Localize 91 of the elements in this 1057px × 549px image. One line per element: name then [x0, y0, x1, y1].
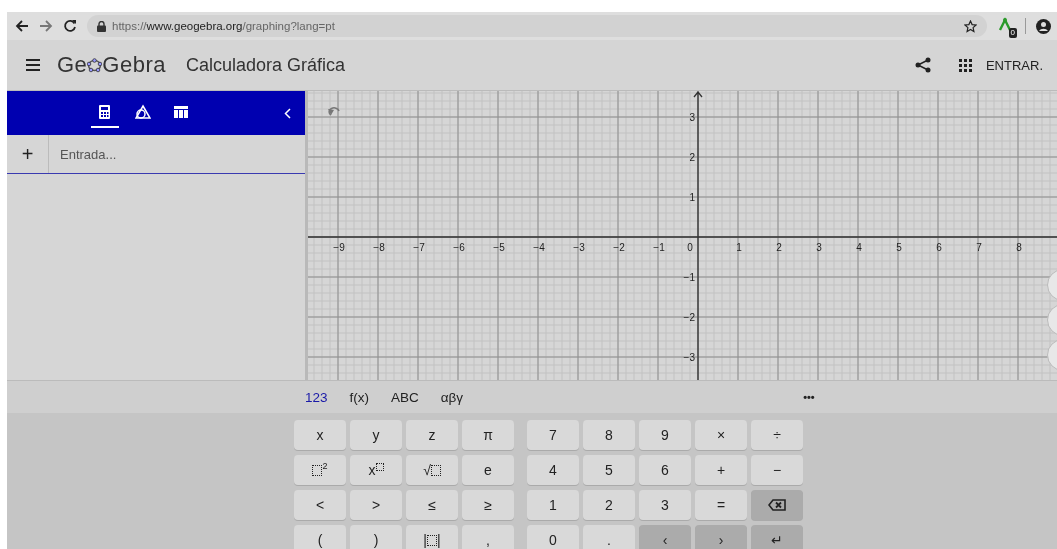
keyboard-tab[interactable]: αβγ — [440, 389, 464, 405]
backspace-icon — [768, 499, 786, 511]
table-icon — [173, 104, 189, 120]
keyboard-key[interactable]: 2 — [583, 490, 635, 520]
keyboard-key[interactable]: 8 — [583, 420, 635, 450]
axis-label: 3 — [816, 242, 822, 253]
app-title: Calculadora Gráfica — [186, 54, 346, 76]
more-button[interactable]: ••• — [803, 391, 815, 403]
keyboard-key[interactable]: < — [294, 490, 346, 520]
share-icon[interactable] — [914, 57, 931, 73]
logo-text: Ge — [57, 52, 88, 78]
extension-badge: 0 — [1008, 28, 1017, 38]
profile-icon[interactable] — [1036, 18, 1051, 34]
logo-text: Gebra — [102, 52, 166, 78]
keyboard-key[interactable]: π — [462, 420, 514, 450]
graph-grid[interactable]: −9 −8 −7 −6 −5 −4 −3 −2 −1 0 1 2 3 4 5 6 7 8 3 2 1 −1 −2 −3 — [308, 91, 1057, 380]
keyboard-key[interactable]: | | — [406, 525, 458, 549]
keyboard-key[interactable]: ‹ — [639, 525, 691, 549]
keyboard-key[interactable]: › — [695, 525, 747, 549]
keyboard-key[interactable]: ≥ — [462, 490, 514, 520]
keyboard-key[interactable]: ( — [294, 525, 346, 549]
axis-label: −1 — [683, 272, 695, 283]
keyboard-key[interactable]: ≤ — [406, 490, 458, 520]
keyboard-key[interactable]: > — [350, 490, 402, 520]
keyboard-key[interactable]: y — [350, 420, 402, 450]
axis-label: −1 — [653, 242, 665, 253]
undo-icon[interactable] — [328, 107, 342, 117]
keyboard-tab[interactable]: ABC — [391, 389, 419, 405]
axis-label: 0 — [687, 242, 693, 253]
axis-label: 2 — [776, 242, 782, 253]
keyboard-key[interactable]: 0 — [527, 525, 579, 549]
keyboard-key[interactable]: z — [406, 420, 458, 450]
axis-label: 4 — [856, 242, 862, 253]
axis-label: −2 — [613, 242, 625, 253]
address-bar[interactable]: https://www.geogebra.org/graphing?lang=pt — [112, 20, 335, 32]
keyboard-key[interactable]: ↵ — [751, 525, 803, 549]
axis-label: −8 — [373, 242, 385, 253]
keyboard-key[interactable]: 4 — [527, 455, 579, 485]
keyboard-key[interactable]: , — [462, 525, 514, 549]
axis-label: −6 — [453, 242, 465, 253]
keyboard-key[interactable]: ) — [350, 525, 402, 549]
keyboard-key[interactable]: 7 — [527, 420, 579, 450]
keyboard-tab[interactable]: 123 — [305, 389, 328, 405]
keyboard-tab[interactable]: f(x) — [349, 389, 370, 405]
axis-label: 1 — [689, 192, 695, 203]
menu-icon[interactable] — [26, 59, 40, 71]
collapse-icon[interactable] — [284, 107, 291, 119]
axis-label: 2 — [689, 152, 695, 163]
axis-label: −3 — [573, 242, 585, 253]
star-icon[interactable] — [964, 19, 977, 33]
input-field[interactable]: Entrada... — [49, 134, 305, 174]
apps-icon[interactable] — [958, 58, 972, 72]
backspace-button[interactable] — [751, 490, 803, 520]
keyboard-key[interactable]: x — [350, 455, 402, 485]
sign-in-button[interactable]: ENTRAR. — [985, 57, 1043, 73]
axis-label: 5 — [896, 242, 902, 253]
keyboard-key[interactable]: + — [695, 455, 747, 485]
axis-label: −5 — [493, 242, 505, 253]
axis-label: −2 — [683, 312, 695, 323]
back-icon[interactable] — [15, 19, 29, 33]
axis-label: 3 — [689, 112, 695, 123]
add-button[interactable]: + — [7, 135, 49, 173]
keyboard-key[interactable]: − — [751, 455, 803, 485]
forward-icon[interactable] — [39, 19, 53, 33]
axis-label: −9 — [333, 242, 345, 253]
axis-label: −7 — [413, 242, 425, 253]
keyboard-key[interactable]: √ — [406, 455, 458, 485]
reload-icon[interactable] — [63, 19, 77, 33]
shapes-icon — [135, 104, 151, 120]
keyboard-key[interactable]: 1 — [527, 490, 579, 520]
axis-label: 1 — [736, 242, 742, 253]
keyboard-key[interactable]: 3 — [639, 490, 691, 520]
axis-label: −4 — [533, 242, 545, 253]
keyboard-key[interactable]: ÷ — [751, 420, 803, 450]
keyboard-key[interactable]: = — [695, 490, 747, 520]
axis-label: −3 — [683, 352, 695, 363]
logo-icon — [87, 57, 103, 73]
keyboard-key[interactable]: 9 — [639, 420, 691, 450]
keyboard-key[interactable]: e — [462, 455, 514, 485]
keyboard-key[interactable]: × — [695, 420, 747, 450]
calculator-icon — [97, 104, 113, 120]
axis-label: 7 — [976, 242, 982, 253]
axis-label: 6 — [936, 242, 942, 253]
keyboard-key[interactable]: . — [583, 525, 635, 549]
keyboard-key[interactable]: 5 — [583, 455, 635, 485]
lock-icon — [97, 20, 106, 32]
keyboard-key[interactable]: x — [294, 420, 346, 450]
axis-label: 8 — [1016, 242, 1022, 253]
keyboard-key[interactable]: 6 — [639, 455, 691, 485]
keyboard-key[interactable]: 2 — [294, 455, 346, 485]
extension-icon[interactable] — [997, 17, 1013, 33]
